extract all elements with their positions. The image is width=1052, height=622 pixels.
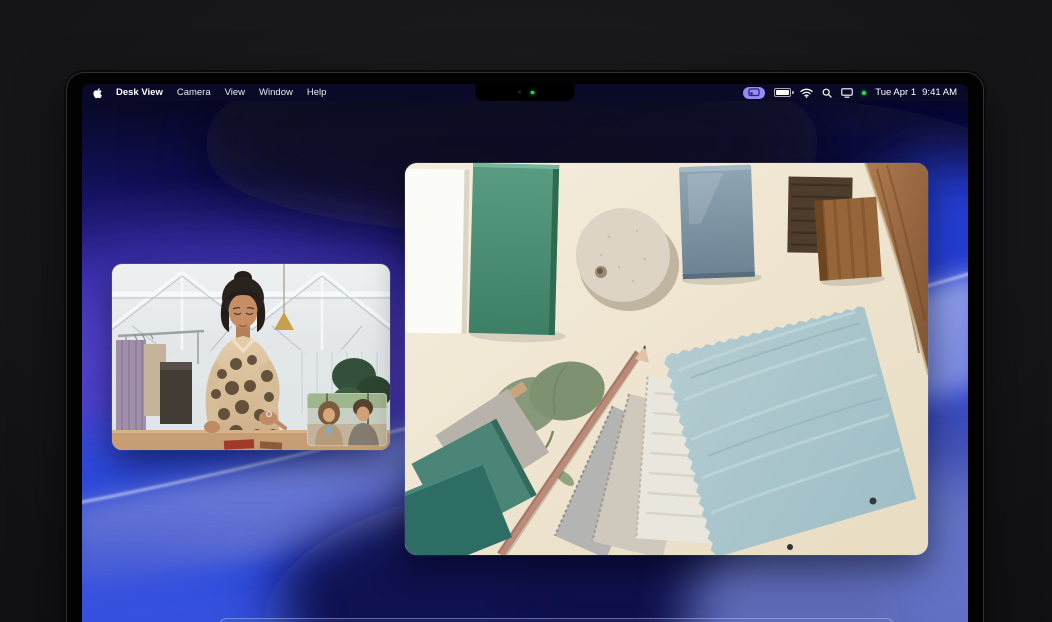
teal-tile-sample xyxy=(469,163,571,343)
desk-view-window[interactable] xyxy=(405,163,928,555)
clock-time: 9:41 AM xyxy=(922,87,957,98)
background-window-edge[interactable] xyxy=(218,618,895,622)
white-tile-sample xyxy=(405,168,469,333)
desk-view-video xyxy=(405,163,928,555)
blue-gray-tile-sample xyxy=(678,164,762,286)
laptop-frame: Desk View Camera View Window Help xyxy=(66,72,984,622)
notch-camera-active-light xyxy=(531,91,535,95)
display-notch xyxy=(476,84,575,101)
brown-wood-sample xyxy=(814,197,885,288)
menu-item-desk-view[interactable]: Desk View xyxy=(116,87,163,98)
wifi-icon[interactable] xyxy=(800,88,813,98)
menu-item-help[interactable]: Help xyxy=(307,87,327,98)
search-icon[interactable] xyxy=(822,88,832,98)
battery-icon[interactable] xyxy=(774,88,791,97)
pip-self-view[interactable] xyxy=(307,393,387,446)
facetime-window[interactable] xyxy=(112,264,390,450)
menu-bar-clock[interactable]: Tue Apr 1 9:41 AM xyxy=(875,87,957,98)
photo-background: Desk View Camera View Window Help xyxy=(0,0,1052,622)
laptop-screen: Desk View Camera View Window Help xyxy=(82,84,968,622)
remote-participant-video xyxy=(112,264,390,450)
clock-date: Tue Apr 1 xyxy=(875,87,916,98)
screen-mirroring-icon[interactable] xyxy=(841,88,853,98)
camera-active-dot xyxy=(862,91,866,95)
desk-view-active-indicator[interactable] xyxy=(743,87,765,99)
menu-item-view[interactable]: View xyxy=(225,87,245,98)
apple-logo-icon[interactable] xyxy=(93,87,102,99)
menu-item-window[interactable]: Window xyxy=(259,87,293,98)
menu-item-camera[interactable]: Camera xyxy=(177,87,211,98)
notch-camera-lens-icon xyxy=(518,90,522,94)
